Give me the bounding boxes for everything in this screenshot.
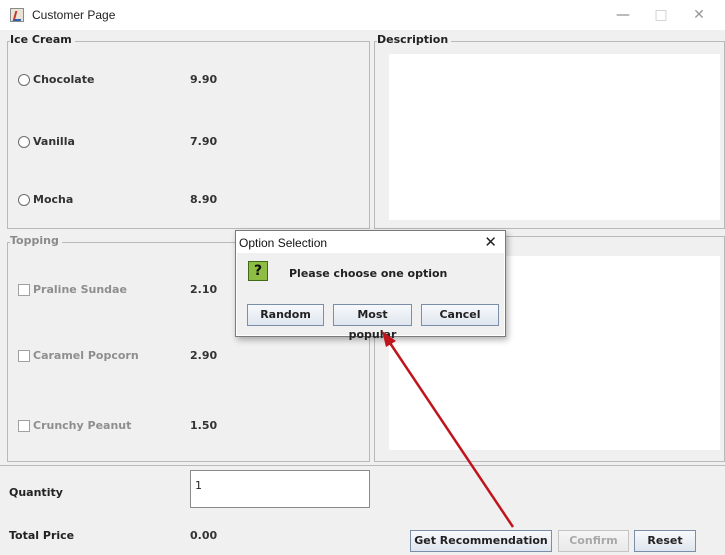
praline-sundae-label: Praline Sundae bbox=[33, 283, 127, 296]
maximize-button[interactable]: □ bbox=[646, 6, 676, 24]
mocha-price: 8.90 bbox=[190, 193, 218, 206]
crunchy-peanut-label: Crunchy Peanut bbox=[33, 419, 132, 432]
quantity-field[interactable]: 1 bbox=[190, 470, 370, 508]
dialog-title: Option Selection bbox=[239, 236, 328, 250]
vanilla-radio[interactable] bbox=[18, 136, 30, 148]
praline-sundae-checkbox[interactable] bbox=[18, 284, 30, 296]
caramel-popcorn-label: Caramel Popcorn bbox=[33, 349, 139, 362]
java-app-icon bbox=[10, 8, 24, 22]
description-legend: Description bbox=[377, 33, 452, 46]
quantity-label: Quantity bbox=[9, 486, 63, 499]
total-price-label: Total Price bbox=[9, 529, 75, 542]
close-window-button[interactable]: ✕ bbox=[684, 6, 714, 24]
crunchy-peanut-checkbox[interactable] bbox=[18, 420, 30, 432]
dialog-close-button[interactable]: ✕ bbox=[484, 233, 497, 251]
description-area bbox=[389, 54, 720, 220]
caramel-popcorn-price: 2.90 bbox=[190, 349, 218, 362]
dialog-body: ? Please choose one option Random Most p… bbox=[237, 253, 504, 341]
chocolate-radio[interactable] bbox=[18, 74, 30, 86]
reset-button[interactable]: Reset bbox=[634, 530, 696, 552]
title-bar: Customer Page — □ ✕ bbox=[0, 0, 725, 30]
vanilla-label[interactable]: Vanilla bbox=[33, 135, 75, 148]
cancel-button[interactable]: Cancel bbox=[421, 304, 499, 326]
window-title: Customer Page bbox=[32, 8, 116, 22]
total-price-value: 0.00 bbox=[190, 529, 218, 542]
minimize-button[interactable]: — bbox=[608, 6, 638, 24]
ice-cream-legend: Ice Cream bbox=[10, 33, 75, 46]
chocolate-label[interactable]: Chocolate bbox=[33, 73, 94, 86]
vanilla-price: 7.90 bbox=[190, 135, 218, 148]
dialog-message: Please choose one option bbox=[289, 267, 448, 280]
crunchy-peanut-price: 1.50 bbox=[190, 419, 218, 432]
question-icon: ? bbox=[248, 261, 268, 281]
confirm-button[interactable]: Confirm bbox=[558, 530, 629, 552]
most-popular-button[interactable]: Most popular bbox=[333, 304, 412, 341]
option-selection-dialog: Option Selection ✕ ? Please choose one o… bbox=[235, 230, 506, 341]
get-recommendation-button[interactable]: Get Recommendation bbox=[410, 530, 552, 552]
caramel-popcorn-checkbox[interactable] bbox=[18, 350, 30, 362]
topping-legend: Topping bbox=[10, 234, 62, 247]
mocha-radio[interactable] bbox=[18, 194, 30, 206]
praline-sundae-price: 2.10 bbox=[190, 283, 218, 296]
mocha-label[interactable]: Mocha bbox=[33, 193, 73, 206]
random-button[interactable]: Random bbox=[247, 304, 324, 326]
chocolate-price: 9.90 bbox=[190, 73, 218, 86]
